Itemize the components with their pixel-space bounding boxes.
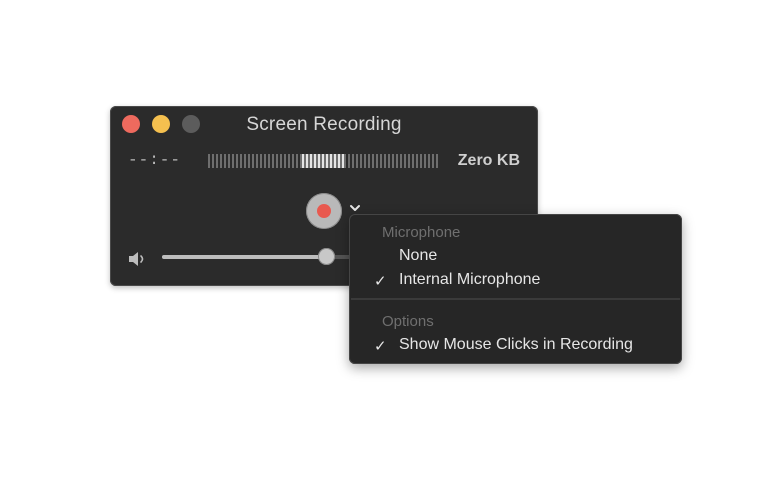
chevron-down-icon[interactable] (348, 201, 362, 215)
recording-options-menu: Microphone None ✓ Internal Microphone Op… (349, 214, 682, 364)
window-title: Screen Recording (246, 114, 402, 135)
menu-item-internal-microphone[interactable]: ✓ Internal Microphone (349, 269, 682, 293)
menu-item-none[interactable]: None (349, 245, 682, 269)
checkmark-icon: ✓ (374, 338, 387, 355)
menu-item-label: Internal Microphone (399, 271, 541, 288)
menu-header-options: Options (382, 313, 434, 330)
menu-item-label: None (399, 247, 438, 264)
menu-separator (351, 298, 680, 300)
audio-level-peak (302, 154, 346, 168)
menu-header-microphone: Microphone (382, 224, 461, 241)
file-size: Zero KB (457, 152, 520, 169)
elapsed-time: --:-- (128, 151, 182, 169)
audio-level-meter (208, 154, 440, 168)
volume-slider[interactable] (162, 248, 362, 265)
record-button[interactable] (306, 193, 342, 229)
checkmark-icon: ✓ (374, 273, 387, 290)
menu-item-label: Show Mouse Clicks in Recording (399, 336, 633, 353)
menu-item-show-mouse-clicks[interactable]: ✓ Show Mouse Clicks in Recording (349, 334, 682, 358)
volume-slider-knob[interactable] (318, 248, 335, 265)
record-dot-icon (317, 204, 331, 218)
stage: Screen Recording --:-- Zero KB Microphon… (0, 0, 780, 487)
volume-slider-fill (162, 255, 326, 259)
speaker-icon (129, 252, 144, 266)
